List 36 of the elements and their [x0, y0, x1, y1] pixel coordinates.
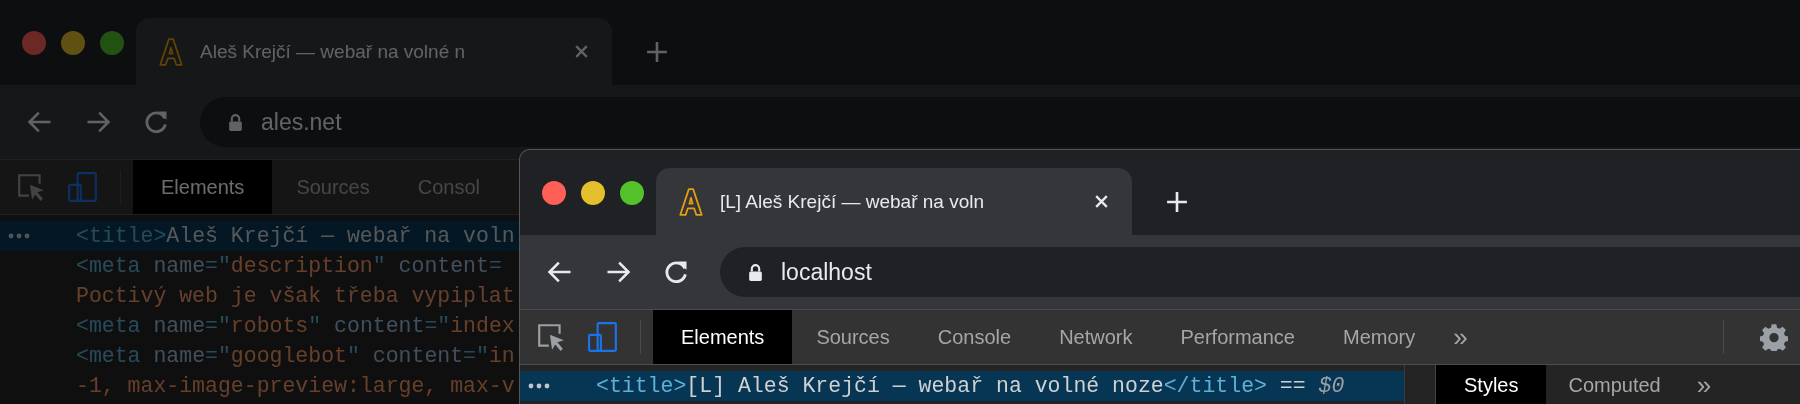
devtools-tab[interactable]: Sources [792, 310, 914, 364]
maximize-window-button[interactable] [620, 180, 644, 205]
sidebar-tab[interactable]: Styles [1436, 365, 1547, 404]
address-field[interactable]: ales.net [200, 97, 1800, 147]
sidebar-tab[interactable]: Computed [1546, 365, 1683, 404]
lock-icon [228, 112, 243, 132]
more-tabs-button[interactable]: » [1682, 365, 1726, 404]
code-line: <meta name="googlebot" content="in [76, 344, 515, 368]
device-toolbar-icon[interactable] [588, 322, 618, 352]
minimize-window-button[interactable] [581, 180, 605, 205]
code-line: Poctivý web je však třeba vypiplat [76, 284, 515, 308]
new-tab-icon[interactable] [1166, 191, 1188, 213]
a-logo-icon [678, 186, 704, 217]
a-logo-icon [158, 36, 184, 67]
settings-icon[interactable] [1760, 323, 1788, 351]
address-field[interactable]: localhost [720, 247, 1800, 297]
devtools-tab[interactable]: Elements [133, 160, 273, 214]
close-window-button[interactable] [542, 180, 566, 205]
code-line: <meta name="description" content= [76, 254, 502, 278]
devtools-tab[interactable]: Memory [1319, 310, 1440, 364]
inspect-element-icon[interactable] [536, 322, 566, 352]
devtools-tab[interactable]: Network [1035, 310, 1157, 364]
more-dots-icon[interactable] [8, 233, 30, 239]
browser-tab[interactable]: [L] Aleš Krejčí — webař na voln [656, 168, 1132, 235]
more-tabs-button[interactable]: » [1439, 310, 1482, 364]
devtools-tab[interactable]: Performance [1156, 310, 1319, 364]
code-line: <meta name="robots" content="index [76, 314, 515, 338]
lock-icon [748, 262, 763, 282]
close-icon[interactable] [1093, 193, 1110, 210]
devtools-tab[interactable]: Elements [653, 310, 793, 364]
code-line: -1, max-image-preview:large, max-v [76, 374, 515, 398]
code-line: <title>[L] Aleš Krejčí — webař na volné noze</title> == $0 [596, 374, 1345, 398]
devtools-tab[interactable]: Console [913, 310, 1036, 364]
more-dots-icon[interactable] [528, 383, 550, 389]
browser-tab[interactable]: Aleš Krejčí — webař na volné n [136, 18, 612, 85]
code-row[interactable]: <title>[L] Aleš Krejčí — webař na volné noze</title> == $0 [520, 371, 1404, 401]
